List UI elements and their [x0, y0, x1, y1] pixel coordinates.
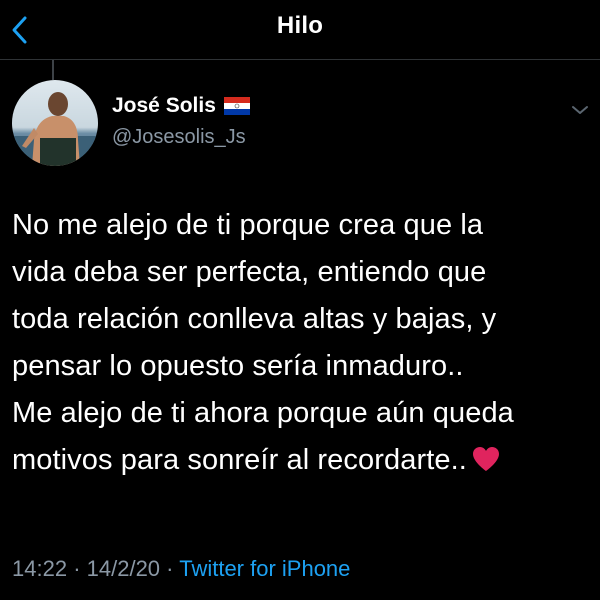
- tweet-line: No me alejo de ti porque crea que la: [12, 209, 484, 241]
- meta-separator: ·: [166, 556, 174, 581]
- tweet-line: vida deba ser perfecta, entiendo que: [12, 256, 487, 288]
- chevron-down-icon: [572, 106, 588, 114]
- tweet-line: motivos para sonreír al recordarte..: [12, 444, 467, 476]
- author-handle[interactable]: @Josesolis_Js: [112, 126, 246, 149]
- tweet-last-line: motivos para sonreír al recordarte..: [12, 437, 592, 484]
- red-heart-icon: [472, 447, 499, 471]
- tweet-time: 14:22: [12, 556, 68, 581]
- page-title: Hilo: [276, 12, 324, 39]
- paraguay-flag-icon: [223, 97, 250, 115]
- tweet-date: 14/2/20: [86, 556, 161, 581]
- tweet-text: No me alejo de ti porque crea que la vid…: [12, 202, 592, 484]
- tweet-source-link[interactable]: Twitter for iPhone: [179, 556, 350, 581]
- author-name[interactable]: José Solis: [112, 94, 250, 118]
- more-options-button[interactable]: [566, 98, 594, 122]
- tweet-line: pensar lo opuesto sería inmaduro..: [12, 350, 464, 382]
- tweet-line: Me alejo de ti ahora porque aún queda: [12, 397, 514, 429]
- tweet-line: toda relación conlleva altas y bajas, y: [12, 303, 497, 335]
- tweet-metadata: 14:22 · 14/2/20 · Twitter for iPhone: [12, 556, 350, 582]
- avatar[interactable]: [12, 80, 98, 166]
- meta-separator: ·: [73, 556, 81, 581]
- thread-connector-line: [52, 60, 54, 80]
- author-name-text: José Solis: [112, 94, 216, 117]
- top-bar: Hilo: [0, 0, 600, 60]
